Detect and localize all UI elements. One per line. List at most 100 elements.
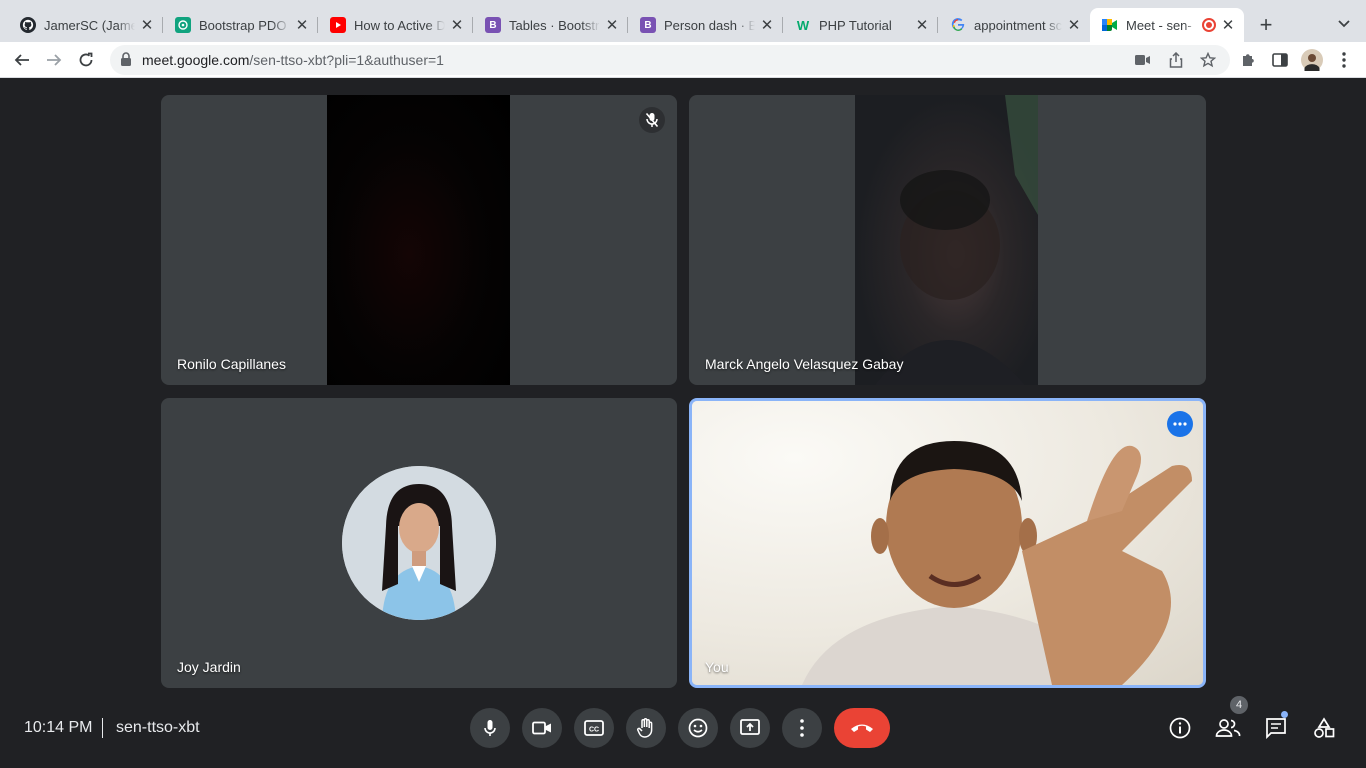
- present-screen-button[interactable]: [730, 708, 770, 748]
- tab-title: JamerSC (James: [44, 17, 135, 33]
- participant-tile[interactable]: Ronilo Capillanes: [161, 95, 677, 385]
- tab-person-dash[interactable]: B Person dash · B ✕: [628, 8, 783, 42]
- participant-tile[interactable]: Marck Angelo Velasquez Gabay: [689, 95, 1206, 385]
- activities-button[interactable]: [1310, 714, 1338, 742]
- meet-control-bar: 10:14 PM sen-ttso-xbt CC 4: [0, 689, 1366, 768]
- url-text[interactable]: meet.google.com/sen-ttso-xbt?pli=1&authu…: [142, 52, 444, 68]
- forward-button[interactable]: [40, 46, 68, 74]
- tab-search-chevron-icon[interactable]: [1334, 14, 1354, 34]
- hand-icon: [637, 718, 653, 738]
- participant-name: Ronilo Capillanes: [177, 356, 286, 372]
- back-button[interactable]: [8, 46, 36, 74]
- tab-google-search[interactable]: appointment sc ✕: [938, 8, 1090, 42]
- present-to-all-icon: [740, 719, 760, 735]
- chat-button[interactable]: [1262, 714, 1290, 742]
- svg-text:CC: CC: [589, 727, 599, 734]
- avatar: [342, 466, 496, 620]
- more-vertical-icon: [800, 719, 804, 737]
- close-icon[interactable]: ✕: [1220, 17, 1236, 34]
- arrow-left-icon: [14, 54, 29, 66]
- share-icon[interactable]: [1166, 50, 1186, 70]
- meeting-code: sen-ttso-xbt: [116, 719, 200, 736]
- leave-call-button[interactable]: [834, 708, 890, 748]
- participant-name: You: [705, 659, 729, 675]
- profile-avatar[interactable]: [1298, 46, 1326, 74]
- unread-indicator: [1281, 711, 1288, 718]
- more-options-button[interactable]: [1167, 411, 1193, 437]
- tab-google-meet[interactable]: Meet - sen- ✕: [1090, 8, 1244, 42]
- bootstrap-icon: B: [640, 17, 656, 33]
- kebab-menu-icon: [1342, 52, 1346, 68]
- tab-title: Person dash · B: [664, 17, 755, 33]
- participant-tile[interactable]: Joy Jardin: [161, 398, 677, 688]
- more-horizontal-icon: [1173, 422, 1187, 426]
- camera-in-use-icon[interactable]: [1133, 50, 1153, 70]
- participant-video: [855, 95, 1038, 385]
- side-panel-button[interactable]: [1266, 46, 1294, 74]
- side-panel-icon: [1272, 53, 1288, 67]
- meeting-time: 10:14 PM: [24, 719, 93, 736]
- people-button[interactable]: [1214, 714, 1242, 742]
- close-icon[interactable]: ✕: [759, 17, 775, 34]
- camera-button[interactable]: [522, 708, 562, 748]
- github-icon: [20, 17, 36, 33]
- self-view-tile[interactable]: You: [689, 398, 1206, 688]
- more-options-button[interactable]: [782, 708, 822, 748]
- chat-icon: [1266, 718, 1286, 739]
- participant-name: Joy Jardin: [177, 659, 241, 675]
- close-icon[interactable]: ✕: [139, 17, 155, 34]
- extensions-button[interactable]: [1234, 46, 1262, 74]
- participant-name: Marck Angelo Velasquez Gabay: [705, 356, 904, 372]
- close-icon[interactable]: ✕: [294, 17, 310, 34]
- mic-off-icon: [639, 107, 665, 133]
- activities-icon: [1314, 717, 1335, 738]
- close-icon[interactable]: ✕: [1066, 17, 1082, 34]
- people-count-badge: 4: [1230, 696, 1248, 714]
- new-tab-button[interactable]: +: [1254, 12, 1278, 37]
- browser-tab-strip: JamerSC (James ✕ Bootstrap PDO ✕ How to …: [0, 0, 1366, 42]
- bookmark-star-icon[interactable]: [1198, 50, 1218, 70]
- tab-chatgpt[interactable]: Bootstrap PDO ✕: [163, 8, 318, 42]
- microphone-button[interactable]: [470, 708, 510, 748]
- close-icon[interactable]: ✕: [604, 17, 620, 34]
- tab-title: Meet - sen-: [1126, 17, 1192, 33]
- tab-title: appointment sc: [974, 17, 1062, 33]
- reload-icon: [79, 52, 93, 67]
- recording-icon: [1202, 18, 1216, 32]
- close-icon[interactable]: ✕: [449, 17, 465, 34]
- google-icon: [950, 17, 966, 33]
- microphone-icon: [484, 720, 496, 736]
- bootstrap-icon: B: [485, 17, 501, 33]
- emoji-icon: [688, 718, 708, 738]
- closed-captions-icon: CC: [584, 720, 604, 736]
- puzzle-icon: [1243, 54, 1254, 66]
- youtube-icon: [330, 17, 346, 33]
- tab-title: How to Active D: [354, 17, 445, 33]
- browser-menu-button[interactable]: [1330, 46, 1358, 74]
- raise-hand-button[interactable]: [626, 708, 666, 748]
- tab-title: Bootstrap PDO: [199, 17, 287, 33]
- tab-youtube[interactable]: How to Active D ✕: [318, 8, 473, 42]
- self-video: [692, 401, 1203, 685]
- arrow-right-icon: [47, 54, 62, 66]
- reload-button[interactable]: [72, 46, 100, 74]
- tab-title: Tables · Bootstr: [509, 17, 600, 33]
- emoji-reaction-button[interactable]: [678, 708, 718, 748]
- tab-bootstrap-tables[interactable]: B Tables · Bootstr ✕: [473, 8, 628, 42]
- w3schools-icon: W: [796, 17, 810, 33]
- people-icon: [1215, 719, 1241, 737]
- close-icon[interactable]: ✕: [914, 17, 930, 34]
- call-end-icon: [851, 724, 873, 732]
- lock-icon[interactable]: [120, 52, 132, 72]
- address-bar[interactable]: meet.google.com/sen-ttso-xbt?pli=1&authu…: [110, 45, 1230, 75]
- tab-github[interactable]: JamerSC (James ✕: [8, 8, 163, 42]
- meet-video-grid: Ronilo Capillanes Marck Angelo Velasquez…: [0, 79, 1366, 689]
- meeting-details-button[interactable]: [1166, 714, 1194, 742]
- tab-php-tutorial[interactable]: W PHP Tutorial ✕: [783, 8, 938, 42]
- avatar-icon: [1301, 49, 1323, 71]
- openai-icon: [175, 17, 191, 33]
- videocam-icon: [532, 721, 551, 735]
- google-meet-icon: [1102, 17, 1118, 33]
- info-icon: [1169, 717, 1191, 739]
- captions-button[interactable]: CC: [574, 708, 614, 748]
